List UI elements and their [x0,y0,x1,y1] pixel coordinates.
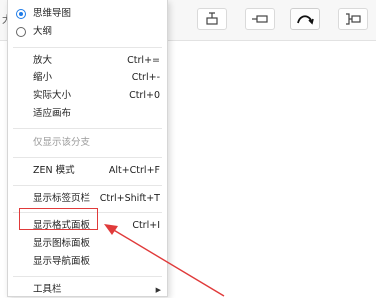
annotation-arrow-icon [104,224,225,297]
